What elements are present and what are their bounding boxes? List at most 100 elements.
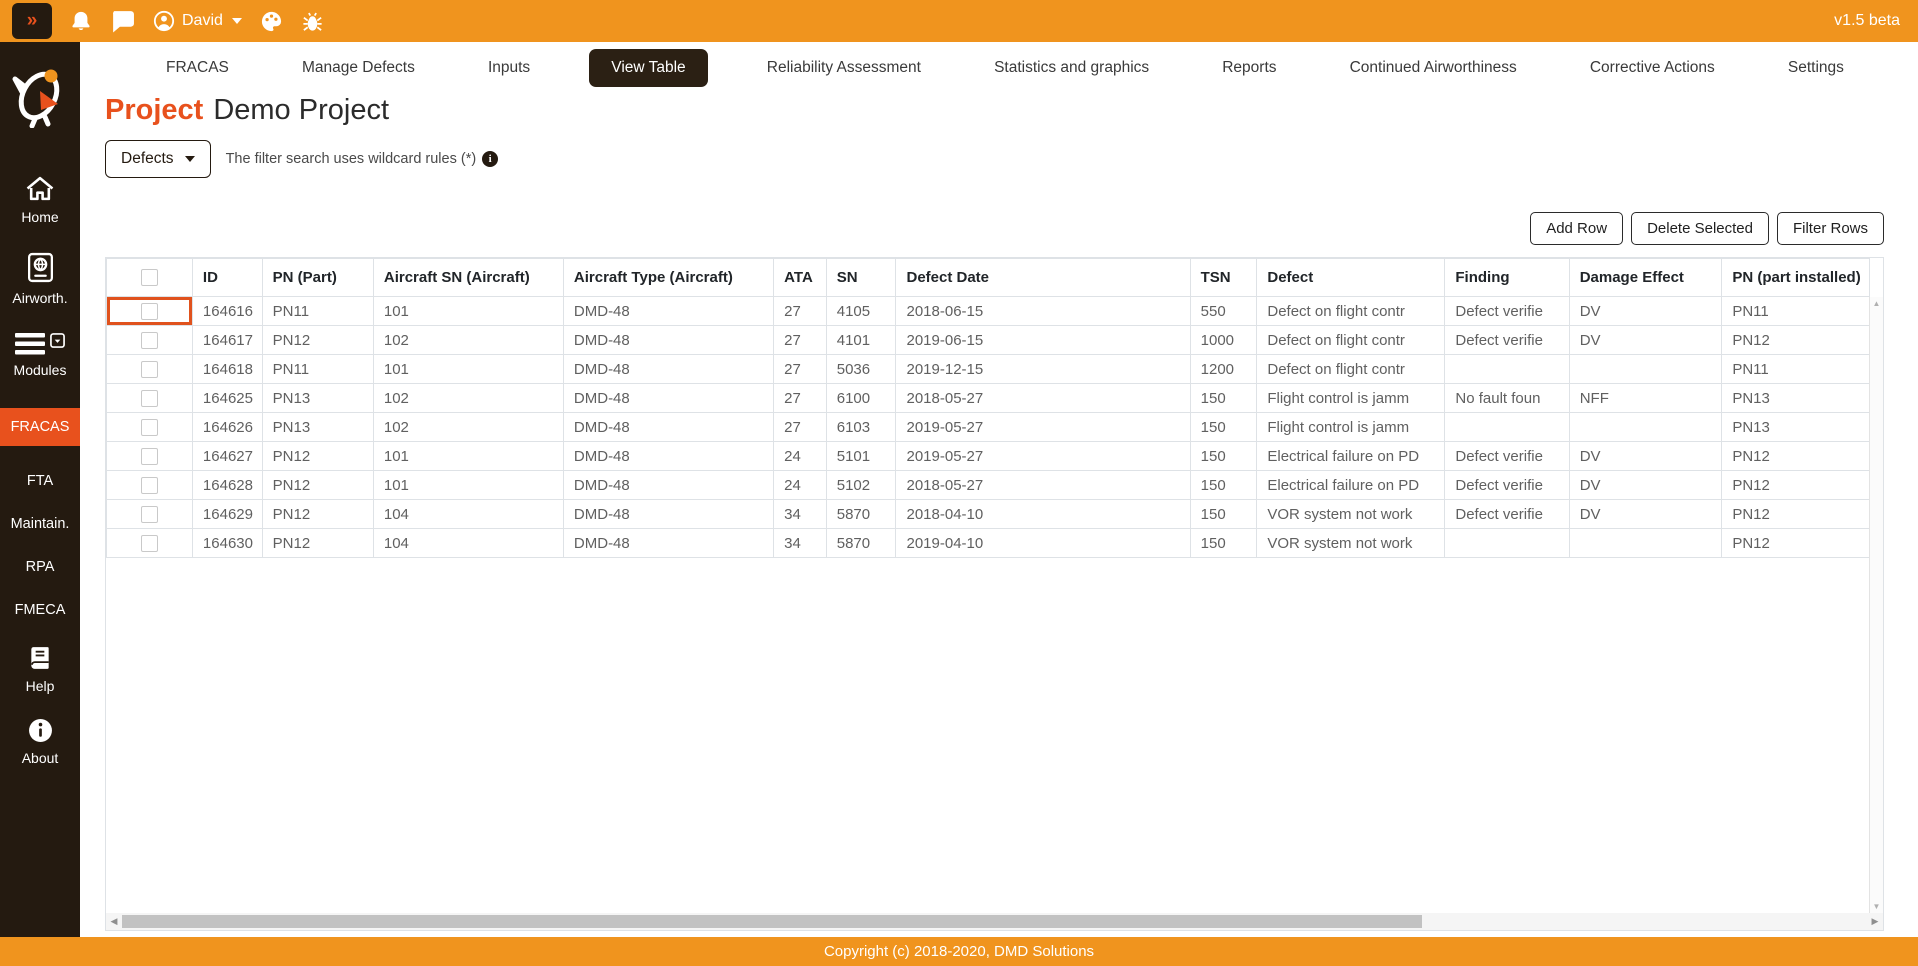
cell[interactable]: 6100 xyxy=(826,384,896,413)
cell[interactable] xyxy=(1569,355,1722,384)
row-select-cell[interactable] xyxy=(107,529,193,558)
cell[interactable]: PN13 xyxy=(1722,413,1870,442)
cell[interactable]: 34 xyxy=(774,500,827,529)
delete-selected-button[interactable]: Delete Selected xyxy=(1631,212,1769,245)
cell[interactable]: DMD-48 xyxy=(563,297,773,326)
row-select-cell[interactable] xyxy=(107,442,193,471)
cell[interactable]: PN12 xyxy=(262,500,373,529)
cell[interactable]: 102 xyxy=(373,384,563,413)
sidebar-item-rpa[interactable]: RPA xyxy=(0,559,80,575)
cell[interactable]: DV xyxy=(1569,500,1722,529)
cell[interactable]: 150 xyxy=(1190,529,1257,558)
cell[interactable]: 164625 xyxy=(192,384,262,413)
cell[interactable]: DMD-48 xyxy=(563,529,773,558)
cell[interactable]: 2019-05-27 xyxy=(896,413,1190,442)
add-row-button[interactable]: Add Row xyxy=(1530,212,1623,245)
cell[interactable]: 164618 xyxy=(192,355,262,384)
row-checkbox[interactable] xyxy=(141,419,158,436)
sidebar-item-airworthiness[interactable]: Airworth. xyxy=(0,252,80,306)
cell[interactable]: 150 xyxy=(1190,413,1257,442)
cell[interactable]: PN12 xyxy=(262,471,373,500)
cell[interactable] xyxy=(1445,413,1569,442)
cell[interactable]: PN11 xyxy=(1722,355,1870,384)
cell[interactable]: DV xyxy=(1569,442,1722,471)
tab-reliability-assessment[interactable]: Reliability Assessment xyxy=(753,50,935,86)
cell[interactable]: 27 xyxy=(774,413,827,442)
cell[interactable]: 164627 xyxy=(192,442,262,471)
notifications-bell-icon[interactable] xyxy=(70,9,92,33)
cell[interactable] xyxy=(1445,355,1569,384)
cell[interactable]: 6103 xyxy=(826,413,896,442)
cell[interactable]: 104 xyxy=(373,500,563,529)
sidebar-item-fmeca[interactable]: FMECA xyxy=(0,602,80,618)
cell[interactable]: 5870 xyxy=(826,500,896,529)
row-checkbox[interactable] xyxy=(141,448,158,465)
filter-rows-button[interactable]: Filter Rows xyxy=(1777,212,1884,245)
row-select-cell[interactable] xyxy=(107,413,193,442)
cell[interactable]: 4105 xyxy=(826,297,896,326)
defects-dropdown[interactable]: Defects xyxy=(105,140,211,178)
cell[interactable]: 24 xyxy=(774,442,827,471)
cell[interactable]: PN12 xyxy=(262,326,373,355)
cell[interactable]: 2018-06-15 xyxy=(896,297,1190,326)
cell[interactable]: PN13 xyxy=(262,413,373,442)
cell[interactable]: 101 xyxy=(373,355,563,384)
cell[interactable]: DV xyxy=(1569,297,1722,326)
sidebar-item-about[interactable]: About xyxy=(0,718,80,766)
scroll-left-icon[interactable]: ◀ xyxy=(106,916,122,927)
row-checkbox[interactable] xyxy=(141,390,158,407)
row-checkbox[interactable] xyxy=(141,535,158,552)
messages-chat-icon[interactable] xyxy=(110,10,135,33)
tab-view-table[interactable]: View Table xyxy=(589,49,707,87)
select-all-checkbox[interactable] xyxy=(141,269,158,286)
row-checkbox[interactable] xyxy=(141,506,158,523)
theme-palette-icon[interactable] xyxy=(260,10,283,33)
cell[interactable]: DV xyxy=(1569,471,1722,500)
cell[interactable]: No fault foun xyxy=(1445,384,1569,413)
row-select-cell[interactable] xyxy=(107,355,193,384)
cell[interactable]: DMD-48 xyxy=(563,471,773,500)
vertical-scrollbar[interactable]: ▲ ▼ xyxy=(1869,297,1883,913)
cell[interactable]: PN13 xyxy=(262,384,373,413)
cell[interactable]: PN13 xyxy=(1722,384,1870,413)
cell[interactable]: 27 xyxy=(774,297,827,326)
cell[interactable]: VOR system not work xyxy=(1257,529,1445,558)
collapse-box-icon[interactable] xyxy=(50,333,65,348)
cell[interactable]: Electrical failure on PD xyxy=(1257,442,1445,471)
cell[interactable]: 164626 xyxy=(192,413,262,442)
cell[interactable]: Defect verifie xyxy=(1445,471,1569,500)
cell[interactable]: DMD-48 xyxy=(563,326,773,355)
cell[interactable]: 24 xyxy=(774,471,827,500)
tab-fracas[interactable]: FRACAS xyxy=(152,50,243,86)
app-logo[interactable] xyxy=(11,64,69,133)
cell[interactable]: Defect on flight contr xyxy=(1257,355,1445,384)
cell[interactable]: DMD-48 xyxy=(563,442,773,471)
cell[interactable]: DV xyxy=(1569,326,1722,355)
info-icon[interactable]: i xyxy=(482,151,498,167)
tab-corrective-actions[interactable]: Corrective Actions xyxy=(1576,50,1729,86)
scroll-right-icon[interactable]: ▶ xyxy=(1867,916,1883,927)
cell[interactable]: 150 xyxy=(1190,500,1257,529)
cell[interactable]: PN11 xyxy=(262,355,373,384)
cell[interactable]: PN12 xyxy=(1722,529,1870,558)
cell[interactable] xyxy=(1445,529,1569,558)
cell[interactable]: Defect verifie xyxy=(1445,326,1569,355)
sidebar-item-fta[interactable]: FTA xyxy=(0,473,80,489)
cell[interactable]: DMD-48 xyxy=(563,413,773,442)
cell[interactable]: 1000 xyxy=(1190,326,1257,355)
tab-settings[interactable]: Settings xyxy=(1774,50,1858,86)
sidebar-expand-button[interactable]: » xyxy=(12,3,52,39)
row-select-cell[interactable] xyxy=(107,384,193,413)
cell[interactable]: 101 xyxy=(373,471,563,500)
row-checkbox[interactable] xyxy=(141,477,158,494)
cell[interactable]: 1200 xyxy=(1190,355,1257,384)
cell[interactable]: 27 xyxy=(774,326,827,355)
cell[interactable]: 164616 xyxy=(192,297,262,326)
tab-reports[interactable]: Reports xyxy=(1208,50,1290,86)
tab-continued-airworthiness[interactable]: Continued Airworthiness xyxy=(1336,50,1531,86)
cell[interactable]: 164628 xyxy=(192,471,262,500)
cell[interactable]: 34 xyxy=(774,529,827,558)
bug-report-icon[interactable] xyxy=(301,10,324,33)
tab-manage-defects[interactable]: Manage Defects xyxy=(288,50,429,86)
sidebar-item-home[interactable]: Home xyxy=(0,175,80,225)
